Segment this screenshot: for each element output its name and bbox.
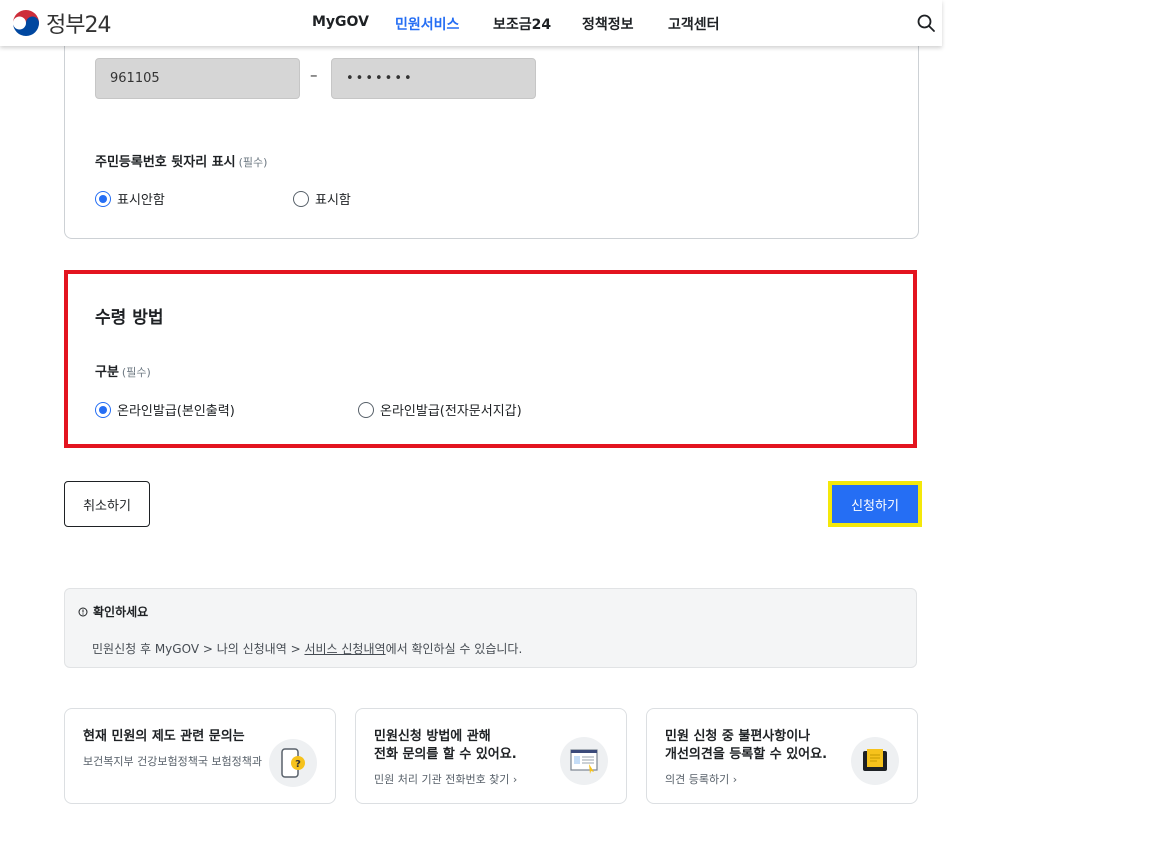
apply-button-highlight: 신청하기	[828, 481, 922, 527]
nav-civil-services[interactable]: 민원서비스	[395, 14, 459, 34]
info-clock-icon	[78, 607, 88, 616]
document-click-icon-graphic	[570, 749, 598, 774]
nav-customer-center[interactable]: 고객센터	[668, 14, 720, 34]
notepad-icon	[851, 737, 899, 785]
apply-button[interactable]: 신청하기	[832, 485, 918, 523]
service-history-link[interactable]: 서비스 신청내역	[304, 642, 385, 656]
nav-mygov[interactable]: MyGOV	[312, 14, 369, 30]
notice-text-after: 에서 확인하실 수 있습니다.	[385, 642, 523, 656]
notice-text: 민원신청 후 MyGOV > 나의 신청내역 > 서비스 신청내역에서 확인하실…	[92, 640, 522, 657]
radio-unselected-indicator[interactable]	[293, 190, 309, 207]
rrn-display-label: 주민등록번호 뒷자리 표시 (필수)	[95, 151, 267, 170]
rrn-front-field[interactable]: 961105	[95, 58, 300, 99]
top-navigation-bar: 정부24 MyGOV 민원서비스 보조금24 정책정보 고객센터	[0, 0, 942, 46]
card-title: 민원신청 방법에 관해전화 문의를 할 수 있어요.	[374, 728, 517, 764]
notice-box: 확인하세요 민원신청 후 MyGOV > 나의 신청내역 > 서비스 신청내역에…	[64, 588, 917, 668]
radio-unselected-indicator[interactable]	[358, 401, 374, 418]
notice-title: 확인하세요	[78, 603, 148, 620]
register-feedback-link[interactable]: 의견 등록하기 ›	[665, 771, 737, 787]
card-subtext: 보건복지부 건강보험정책국 보험정책과	[83, 755, 263, 768]
card-title-line: 민원신청 방법에 관해	[374, 729, 491, 744]
nav-policy-info[interactable]: 정책정보	[582, 14, 634, 34]
receipt-type-label-text: 구분	[95, 365, 119, 380]
svg-text:?: ?	[295, 759, 301, 770]
radio-selected-indicator[interactable]	[95, 190, 111, 207]
rrn-back-field[interactable]: •••••••	[331, 58, 536, 99]
radio-online-e-wallet-label: 온라인발급(전자문서지갑)	[380, 404, 522, 419]
rrn-display-label-text: 주민등록번호 뒷자리 표시	[95, 155, 236, 170]
rrn-separator: –	[310, 66, 318, 84]
info-card-feedback: 민원 신청 중 불편사항이나개선의견을 등록할 수 있어요. 의견 등록하기 ›	[646, 708, 918, 804]
card-title: 민원 신청 중 불편사항이나개선의견을 등록할 수 있어요.	[665, 728, 827, 764]
radio-hide-rrn-label: 표시안함	[117, 193, 165, 208]
radio-show-rrn[interactable]: 표시함	[293, 189, 351, 208]
info-card-policy-inquiry: 현재 민원의 제도 관련 문의는 보건복지부 건강보험정책국 보험정책과 ?	[64, 708, 336, 804]
info-card-phone-inquiry: 민원신청 방법에 관해전화 문의를 할 수 있어요. 민원 처리 기관 전화번호…	[355, 708, 627, 804]
radio-online-self-print[interactable]: 온라인발급(본인출력)	[95, 400, 235, 419]
radio-show-rrn-label: 표시함	[315, 193, 351, 208]
notice-text-before: 민원신청 후 MyGOV > 나의 신청내역 >	[92, 642, 305, 656]
receipt-method-title: 수령 방법	[95, 308, 164, 328]
card-title: 현재 민원의 제도 관련 문의는	[83, 728, 245, 746]
notepad-icon-graphic	[863, 749, 887, 771]
document-click-icon	[560, 737, 608, 785]
radio-online-self-print-label: 온라인발급(본인출력)	[117, 404, 235, 419]
phone-question-icon: ?	[269, 739, 317, 787]
receipt-type-label: 구분 (필수)	[95, 361, 151, 380]
search-icon[interactable]	[916, 13, 936, 33]
phone-question-icon-graphic: ?	[281, 748, 305, 778]
card-title-line: 민원 신청 중 불편사항이나	[665, 729, 811, 744]
required-mark: (필수)	[238, 156, 268, 169]
notice-title-text: 확인하세요	[93, 605, 149, 619]
nav-subsidy24[interactable]: 보조금24	[493, 14, 551, 34]
card-title-line: 개선의견을 등록할 수 있어요.	[665, 747, 828, 762]
radio-online-e-wallet[interactable]: 온라인발급(전자문서지갑)	[358, 400, 522, 419]
receipt-method-section	[64, 270, 917, 448]
radio-selected-indicator[interactable]	[95, 401, 111, 418]
agency-phone-link[interactable]: 민원 처리 기관 전화번호 찾기 ›	[374, 771, 517, 787]
required-mark: (필수)	[121, 366, 151, 379]
card-title-line: 현재 민원의 제도 관련 문의는	[83, 729, 245, 744]
card-title-line: 전화 문의를 할 수 있어요.	[374, 747, 517, 762]
cancel-button[interactable]: 취소하기	[64, 481, 150, 527]
radio-hide-rrn[interactable]: 표시안함	[95, 189, 165, 208]
main-nav: MyGOV 민원서비스 보조금24 정책정보 고객센터	[0, 14, 942, 34]
